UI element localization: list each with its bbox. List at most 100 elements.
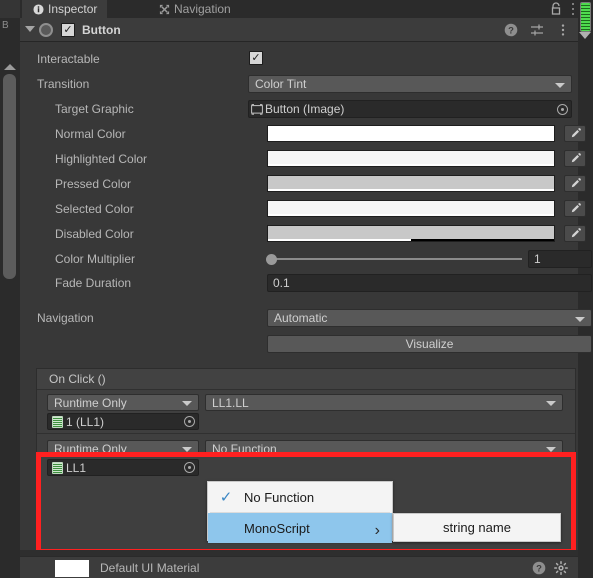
help-icon[interactable]: ? (503, 22, 518, 37)
selected-color-swatch[interactable] (267, 200, 555, 217)
component-menu-icon[interactable] (555, 22, 570, 37)
menu-item-no-function[interactable]: ✓ No Function (208, 482, 392, 512)
preset-icon[interactable] (529, 22, 544, 37)
tab-navigation-label: Navigation (174, 2, 231, 16)
button-component-icon (39, 23, 53, 37)
function-submenu: string name (393, 513, 561, 542)
event-object-field-0[interactable]: 1 (LL1) (47, 413, 199, 430)
label-transition: Transition (37, 77, 90, 91)
left-window-strip: B (0, 0, 20, 578)
highlighted-color-alpha (268, 164, 554, 166)
scroll-up-arrow-icon[interactable] (4, 64, 16, 70)
disabled-color-swatch[interactable] (267, 225, 555, 242)
label-target-graphic: Target Graphic (55, 102, 134, 116)
info-icon (32, 3, 44, 15)
memory-meter-fill (581, 3, 590, 31)
left-window-tab[interactable] (0, 0, 20, 18)
tab-inspector[interactable]: Inspector (22, 0, 108, 18)
pressed-color-eyedropper-icon[interactable] (564, 175, 586, 192)
left-scrollbar-thumb[interactable] (3, 74, 16, 279)
chevron-down-icon (546, 401, 556, 406)
row-interactable: Interactable ✓ (20, 50, 578, 68)
help-icon[interactable]: ? (532, 561, 546, 575)
pressed-color-swatch[interactable] (267, 175, 555, 192)
selected-color-fill (268, 201, 554, 214)
submenu-item-string-name[interactable]: string name (443, 520, 511, 535)
event-object-field-1[interactable]: LL1 (47, 459, 199, 476)
normal-color-swatch[interactable] (267, 125, 555, 142)
label-interactable: Interactable (37, 52, 100, 66)
foldout-arrow-icon[interactable] (25, 26, 35, 32)
normal-color-eyedropper-icon[interactable] (564, 125, 586, 142)
highlighted-color-swatch[interactable] (267, 150, 555, 167)
event-mode-dropdown-0[interactable]: Runtime Only (47, 394, 199, 411)
navigation-icon (158, 3, 170, 15)
chevron-down-icon (182, 447, 192, 452)
component-title: Button (82, 23, 121, 37)
color-multiplier-slider-knob[interactable] (266, 254, 277, 265)
check-icon: ✓ (219, 489, 233, 506)
visualize-button[interactable]: Visualize (267, 335, 592, 353)
navigation-value: Automatic (274, 311, 328, 325)
component-enabled-checkbox[interactable]: ✓ (61, 23, 75, 37)
highlighted-color-eyedropper-icon[interactable] (564, 150, 586, 167)
chevron-down-icon (182, 401, 192, 406)
disabled-color-fill (268, 226, 554, 239)
component-header: ✓ Button ? (20, 18, 578, 42)
label-fade-duration: Fade Duration (55, 276, 132, 290)
material-bar: Default UI Material ? (20, 556, 578, 578)
gear-icon[interactable] (554, 561, 568, 575)
interactable-checkbox[interactable]: ✓ (249, 51, 263, 65)
event-function-dropdown-1[interactable]: No Function (205, 440, 563, 457)
label-pressed-color: Pressed Color (55, 177, 132, 191)
chevron-down-icon (575, 317, 585, 322)
menu-item-monoscript[interactable]: MonoScript › (208, 513, 392, 543)
object-picker-icon[interactable] (181, 415, 197, 428)
label-highlighted-color: Highlighted Color (55, 152, 148, 166)
image-component-icon (251, 103, 263, 115)
navigation-dropdown[interactable]: Automatic (267, 309, 592, 327)
object-picker-icon[interactable] (554, 102, 570, 116)
event-object-value-0: 1 (LL1) (66, 414, 105, 429)
row-pressed-color: Pressed Color (20, 175, 586, 193)
inspector-window: B Inspector Navigation ✓ Button ? Intera… (0, 0, 593, 578)
tab-menu-icon[interactable] (571, 2, 575, 16)
selected-color-eyedropper-icon[interactable] (564, 200, 586, 217)
left-strip-label: B (2, 20, 9, 31)
event-row-separator (37, 433, 575, 434)
color-multiplier-slider-track[interactable] (267, 258, 522, 260)
row-transition: Transition Color Tint (20, 75, 578, 93)
chevron-down-icon (555, 83, 565, 88)
on-click-title: On Click () (37, 369, 575, 390)
row-highlighted-color: Highlighted Color (20, 150, 586, 168)
lock-icon[interactable] (550, 2, 562, 15)
memory-meter-base-icon (579, 32, 591, 39)
pressed-color-alpha (268, 189, 554, 191)
menu-check-placeholder (208, 513, 244, 543)
color-multiplier-input[interactable]: 1 (528, 250, 592, 268)
svg-text:?: ? (536, 564, 542, 575)
selected-color-alpha (268, 214, 554, 216)
row-color-multiplier: Color Multiplier 1 (20, 250, 592, 268)
disabled-color-eyedropper-icon[interactable] (564, 225, 586, 242)
normal-color-alpha (268, 139, 554, 141)
tab-bar: Inspector Navigation (20, 0, 578, 18)
svg-text:?: ? (508, 25, 514, 36)
tab-navigation[interactable]: Navigation (148, 0, 241, 18)
event-function-dropdown-0[interactable]: LL1.LL (205, 394, 563, 411)
event-function-value-1: No Function (212, 441, 277, 456)
object-picker-icon[interactable] (181, 461, 197, 474)
target-graphic-object-field[interactable]: Button (Image) (248, 100, 572, 118)
label-navigation: Navigation (37, 311, 94, 325)
on-click-entry-0: Runtime Only LL1.LL 1 (LL1) (37, 391, 575, 431)
event-mode-dropdown-1[interactable]: Runtime Only (47, 440, 199, 457)
highlighted-color-fill (268, 151, 554, 164)
fade-duration-input[interactable]: 0.1 (267, 274, 592, 292)
function-dropdown-menu: ✓ No Function MonoScript › (207, 481, 393, 543)
script-icon (52, 415, 63, 428)
on-click-entry-1: Runtime Only No Function LL1 (37, 437, 575, 477)
chevron-down-icon (546, 447, 556, 452)
event-mode-value-0: Runtime Only (54, 395, 127, 410)
inspector-body: Interactable ✓ Transition Color Tint Tar… (20, 42, 592, 554)
transition-dropdown[interactable]: Color Tint (248, 75, 572, 93)
